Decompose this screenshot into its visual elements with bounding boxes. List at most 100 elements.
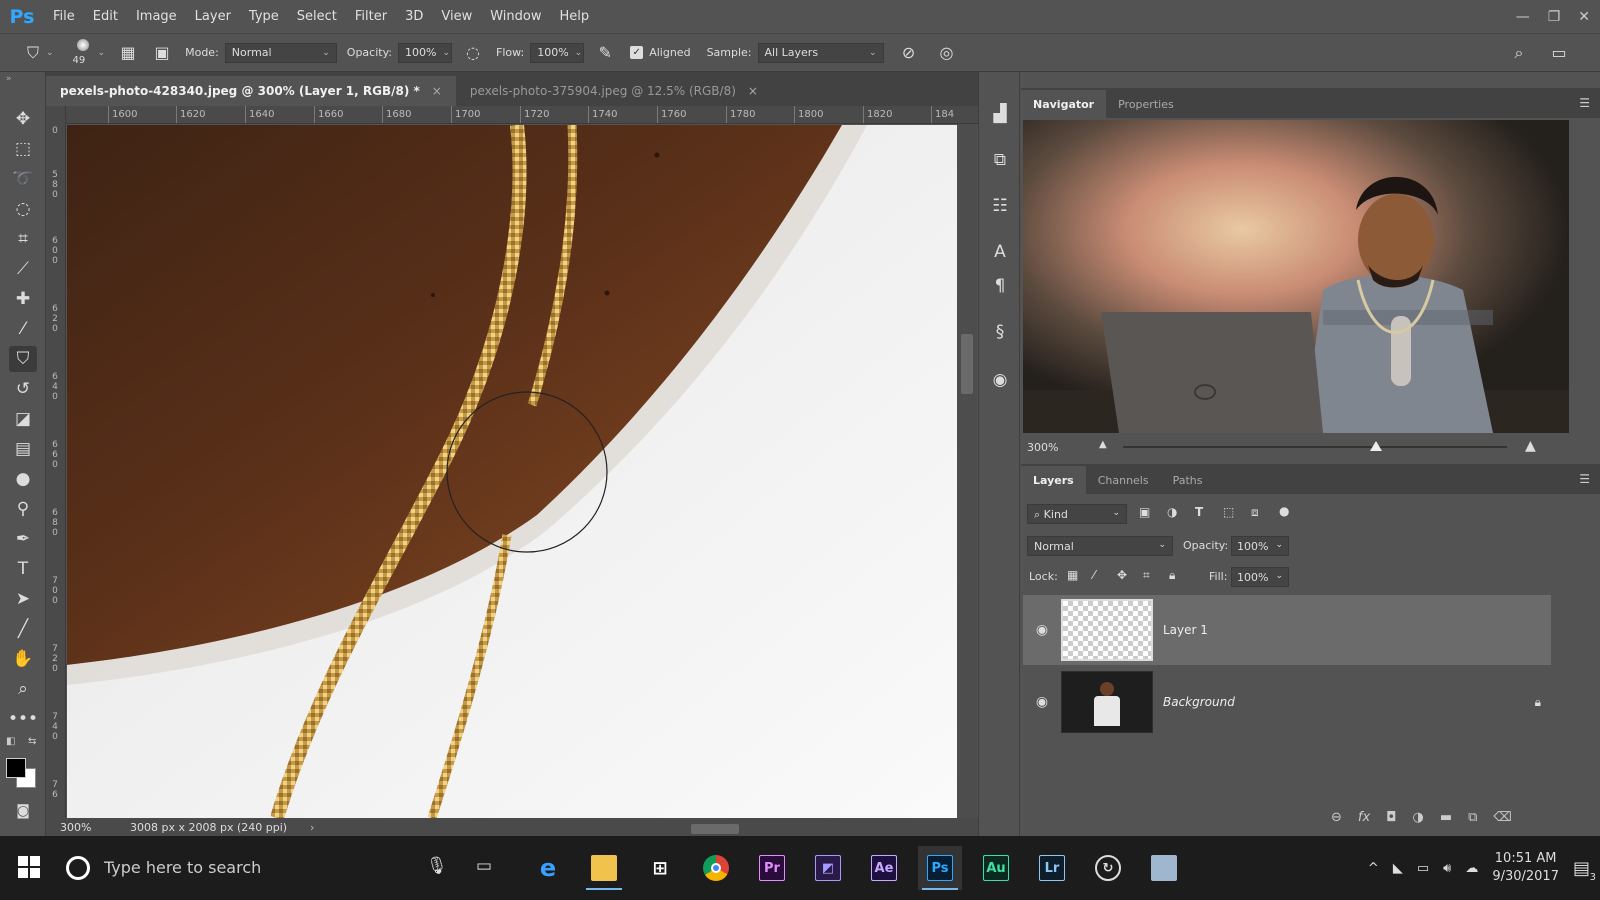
menu-image[interactable]: Image — [127, 0, 186, 33]
filter-toggle-icon[interactable]: ● — [1279, 504, 1289, 518]
link-layers-icon[interactable]: ⊖ — [1331, 810, 1342, 825]
collapse-arrows-icon[interactable]: » — [6, 74, 12, 84]
zoom-out-icon[interactable]: ▲ — [1099, 439, 1107, 450]
paragraph-icon[interactable]: ¶ — [986, 272, 1014, 300]
layer-opacity-field[interactable]: 100% ⌄ — [1231, 536, 1289, 556]
mode-select[interactable]: Normal ⌄ — [224, 42, 337, 63]
scroll-thumb[interactable] — [691, 824, 739, 834]
lightroom-app-icon[interactable]: Lr — [1030, 846, 1074, 890]
layer-row-background[interactable]: ◉ Background 🔒︎ — [1023, 667, 1551, 737]
workspace-icon[interactable]: ▭ — [1546, 40, 1572, 66]
menu-layer[interactable]: Layer — [186, 0, 240, 33]
hand-tool-icon[interactable]: ✋ — [9, 646, 37, 672]
zoom-tool-icon[interactable]: ⌕ — [9, 676, 37, 702]
notifications-icon[interactable]: ▤ 3 — [1573, 858, 1596, 883]
lock-artboard-icon[interactable]: ⌗ — [1143, 568, 1150, 583]
sample-select[interactable]: All Layers ⌄ — [757, 42, 884, 63]
default-colors-icon[interactable]: ◧ — [6, 736, 15, 747]
panel-menu-icon[interactable]: ☰ — [1579, 472, 1590, 486]
ignore-adjustment-layers-icon[interactable]: ⊘ — [896, 40, 922, 66]
horizontal-scrollbar[interactable] — [371, 822, 991, 834]
blend-mode-select[interactable]: Normal ⌄ — [1027, 536, 1173, 556]
layer-name[interactable]: Layer 1 — [1163, 623, 1208, 637]
cortana-icon[interactable] — [66, 856, 90, 880]
minimize-button[interactable]: — — [1516, 9, 1530, 25]
airbrush-icon[interactable]: ✎ — [592, 40, 618, 66]
brush-preset-picker[interactable]: 49 — [68, 36, 98, 70]
tab-channels[interactable]: Channels — [1086, 466, 1161, 494]
navigator-preview[interactable] — [1023, 120, 1569, 433]
panel-menu-icon[interactable]: ☰ — [1579, 96, 1590, 110]
tab-layers[interactable]: Layers — [1021, 466, 1086, 494]
extra-app-icon[interactable] — [1142, 846, 1186, 890]
network-icon[interactable]: ◣ — [1393, 861, 1403, 876]
crop-tool-icon[interactable]: ⌗ — [9, 226, 37, 252]
visibility-eye-icon[interactable]: ◉ — [1023, 622, 1061, 638]
gradient-tool-icon[interactable]: ▤ — [9, 436, 37, 462]
navigator-zoom-value[interactable]: 300% — [1027, 441, 1058, 454]
menu-file[interactable]: File — [44, 0, 84, 33]
after-effects-app-icon[interactable]: Ae — [862, 846, 906, 890]
document-canvas[interactable] — [67, 125, 957, 818]
character-icon[interactable]: A — [986, 238, 1014, 266]
battery-icon[interactable]: ▭ — [1417, 861, 1429, 876]
status-menu-arrow[interactable]: › — [310, 821, 314, 834]
zoom-slider-track[interactable] — [1123, 446, 1507, 448]
close-icon[interactable]: × — [748, 84, 758, 98]
menu-help[interactable]: Help — [551, 0, 599, 33]
task-view-icon[interactable]: ▭ — [476, 856, 492, 876]
chevron-down-icon[interactable]: ⌄ — [46, 48, 54, 58]
chevron-down-icon[interactable]: ⌄ — [98, 48, 106, 58]
pixel-layer-filter-icon[interactable]: ▣ — [1139, 505, 1150, 519]
smart-object-filter-icon[interactable]: ⧈ — [1251, 505, 1259, 520]
line-tool-icon[interactable]: ╱ — [9, 616, 37, 642]
path-selection-tool-icon[interactable]: ➤ — [9, 586, 37, 612]
menu-edit[interactable]: Edit — [84, 0, 127, 33]
clone-source-panel-icon[interactable]: ⧉ — [986, 146, 1014, 174]
menu-window[interactable]: Window — [481, 0, 550, 33]
type-layer-filter-icon[interactable]: T — [1195, 505, 1203, 519]
taskbar-search-input[interactable]: Type here to search — [104, 858, 261, 877]
aligned-checkbox[interactable]: ✓ — [630, 46, 644, 59]
delete-layer-icon[interactable]: ⌫ — [1493, 810, 1511, 825]
chevron-up-icon[interactable]: ^ — [1368, 861, 1379, 876]
premiere-preview-app-icon[interactable]: ◩ — [806, 846, 850, 890]
brush-tool-icon[interactable]: ⁄ — [9, 316, 37, 342]
brush-settings-icon[interactable]: ▦ — [115, 40, 141, 66]
new-layer-icon[interactable]: ⧉ — [1468, 810, 1477, 825]
quick-selection-tool-icon[interactable]: ◌ — [9, 196, 37, 222]
type-tool-icon[interactable]: T — [9, 556, 37, 582]
lock-position-icon[interactable]: ✥ — [1117, 568, 1127, 582]
marquee-tool-icon[interactable]: ⬚ — [9, 136, 37, 162]
tab-document-2[interactable]: pexels-photo-375904.jpeg @ 12.5% (RGB/8)… — [456, 76, 772, 106]
more-tools-icon[interactable]: ••• — [8, 706, 38, 732]
layer-name[interactable]: Background — [1163, 695, 1235, 709]
tab-paths[interactable]: Paths — [1161, 466, 1215, 494]
menu-filter[interactable]: Filter — [346, 0, 396, 33]
menu-type[interactable]: Type — [240, 0, 288, 33]
tab-navigator[interactable]: Navigator — [1021, 90, 1107, 118]
clock[interactable]: 10:51 AM 9/30/2017 — [1492, 850, 1559, 886]
windows-start-icon[interactable] — [18, 856, 40, 878]
tab-document-active[interactable]: pexels-photo-428340.jpeg @ 300% (Layer 1… — [46, 76, 456, 106]
foreground-color-swatch[interactable] — [6, 758, 26, 778]
new-group-icon[interactable]: ▬ — [1440, 810, 1452, 825]
glyphs-icon[interactable]: § — [986, 318, 1014, 346]
lock-transparent-icon[interactable]: ▦ — [1067, 568, 1078, 582]
camera-icon[interactable]: ◉ — [986, 366, 1014, 394]
menu-3d[interactable]: 3D — [396, 0, 432, 33]
pen-tool-icon[interactable]: ✒ — [9, 526, 37, 552]
history-brush-tool-icon[interactable]: ↺ — [9, 376, 37, 402]
add-mask-icon[interactable]: ◘ — [1386, 810, 1396, 825]
zoom-slider-handle[interactable] — [1370, 441, 1383, 451]
histogram-icon[interactable]: ▟ — [986, 100, 1014, 128]
adjustment-layer-icon[interactable]: ◑ — [1412, 810, 1423, 825]
layer-row-layer-1[interactable]: ◉ Layer 1 — [1023, 595, 1551, 665]
adjustment-layer-filter-icon[interactable]: ◑ — [1167, 505, 1177, 519]
file-explorer-icon[interactable] — [582, 846, 626, 890]
eraser-tool-icon[interactable]: ◪ — [9, 406, 37, 432]
menu-view[interactable]: View — [432, 0, 481, 33]
vertical-scrollbar[interactable] — [957, 124, 977, 818]
eyedropper-tool-icon[interactable]: ⟋ — [9, 256, 37, 282]
opacity-field[interactable]: 100% ⌄ — [398, 42, 452, 63]
